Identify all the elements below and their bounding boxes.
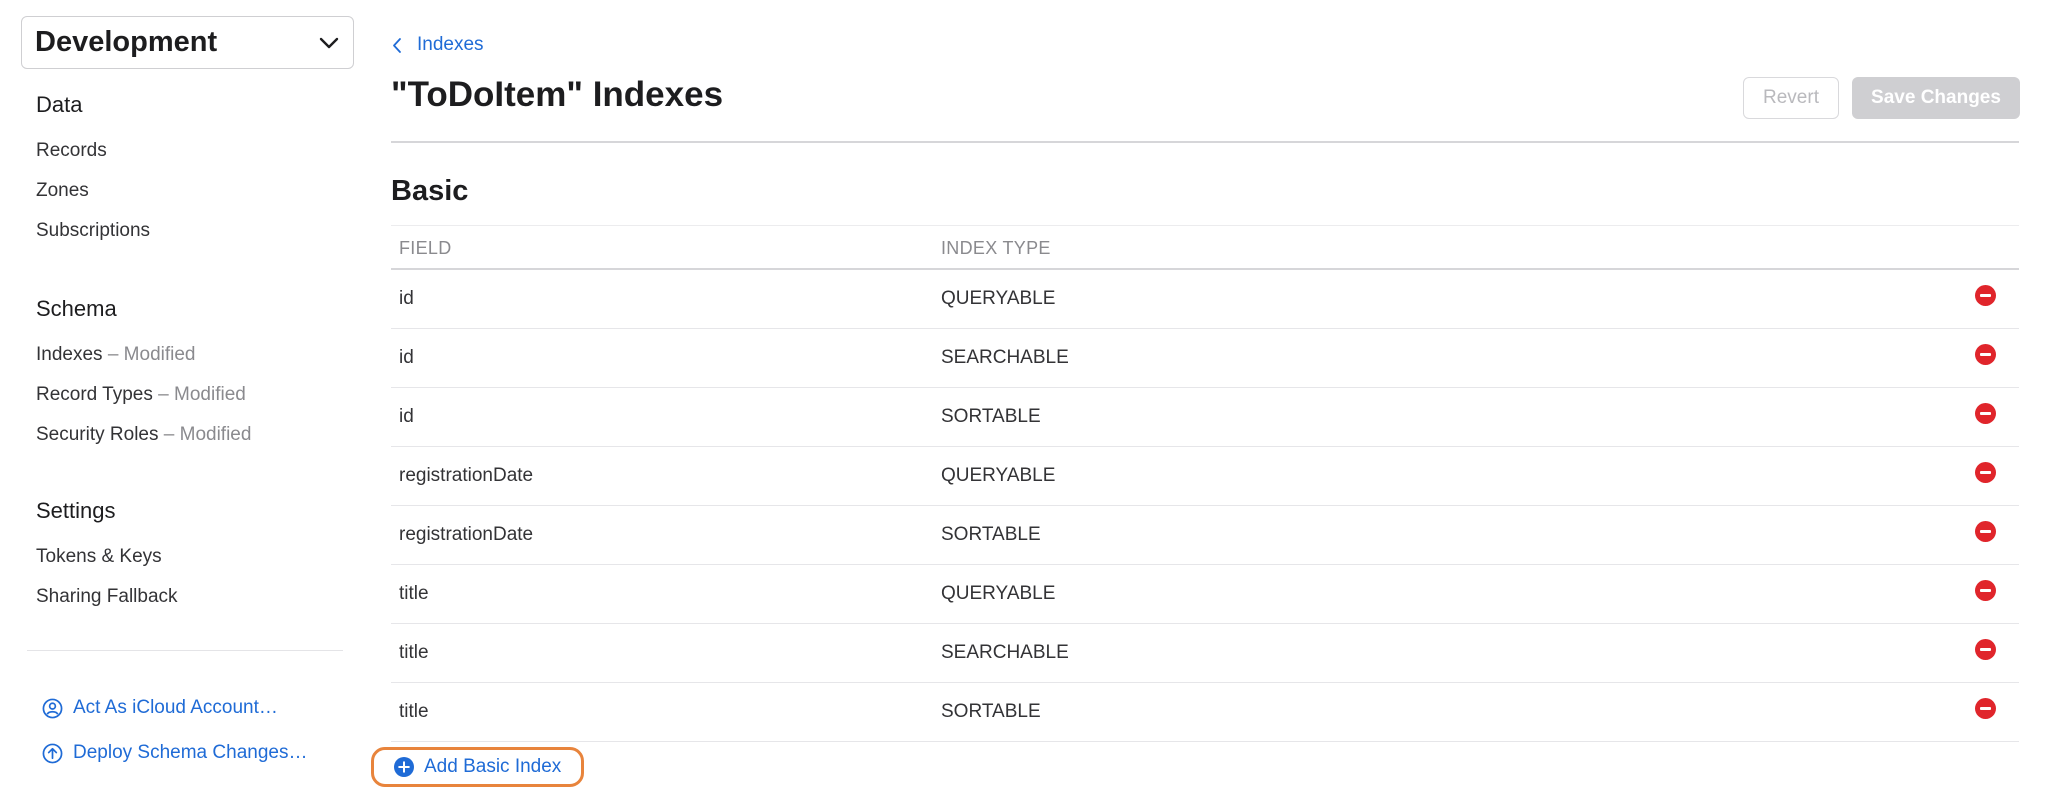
nav-group-data: Data Records Zones Subscriptions (36, 92, 150, 241)
minus-circle-icon[interactable] (1975, 403, 1996, 424)
index-type-cell: QUERYABLE (941, 465, 1056, 486)
add-basic-index-button[interactable]: Add Basic Index (371, 747, 585, 787)
column-header-index-type: INDEX TYPE (941, 238, 1051, 258)
act-as-icloud-account-link[interactable]: Act As iCloud Account… (42, 697, 278, 719)
table-header: FIELD INDEX TYPE (391, 225, 2019, 270)
field-cell: title (399, 701, 429, 722)
field-cell: registrationDate (399, 524, 534, 545)
person-circle-icon (42, 698, 63, 718)
back-to-indexes-link[interactable]: Indexes (391, 34, 484, 56)
main-content: Indexes "ToDoItem" Indexes Revert Save C… (371, 0, 2048, 790)
deploy-schema-changes-link[interactable]: Deploy Schema Changes… (42, 742, 307, 764)
modified-status: – Modified (158, 424, 252, 445)
table-row: title QUERYABLE (391, 565, 2019, 624)
nav-heading-data: Data (36, 92, 83, 117)
minus-circle-icon[interactable] (1975, 344, 1996, 365)
sidebar-item-sharing-fallback[interactable]: Sharing Fallback (36, 586, 178, 608)
modified-status: – Modified (152, 384, 246, 405)
chevron-down-icon (319, 37, 339, 48)
arrow-up-circle-icon (42, 743, 63, 763)
index-type-cell: SEARCHABLE (941, 642, 1069, 663)
chevron-left-icon (393, 37, 401, 53)
field-cell: id (399, 406, 414, 427)
table-row: registrationDate QUERYABLE (391, 447, 2019, 506)
table-row: id SORTABLE (391, 388, 2019, 447)
sidebar-item-zones[interactable]: Zones (36, 180, 89, 202)
table-row: id SEARCHABLE (391, 329, 2019, 388)
index-type-cell: QUERYABLE (941, 583, 1056, 604)
nav-heading-schema: Schema (36, 296, 117, 321)
nav-heading-settings: Settings (36, 498, 116, 523)
index-type-cell: SEARCHABLE (941, 347, 1069, 368)
field-cell: id (399, 288, 414, 309)
environment-label: Development (35, 26, 218, 58)
revert-button[interactable]: Revert (1743, 77, 1839, 119)
minus-circle-icon[interactable] (1975, 580, 1996, 601)
table-row: title SORTABLE (391, 683, 2019, 742)
minus-circle-icon[interactable] (1975, 698, 1996, 719)
sidebar-item-subscriptions[interactable]: Subscriptions (36, 220, 150, 242)
save-changes-button[interactable]: Save Changes (1852, 77, 2020, 119)
environment-dropdown[interactable]: Development (21, 16, 354, 69)
section-title-basic: Basic (391, 175, 469, 207)
sidebar-divider (27, 650, 343, 651)
index-type-cell: QUERYABLE (941, 288, 1056, 309)
modified-status: – Modified (102, 344, 196, 365)
table-row: id QUERYABLE (391, 270, 2019, 329)
minus-circle-icon[interactable] (1975, 521, 1996, 542)
field-cell: registrationDate (399, 465, 534, 486)
minus-circle-icon[interactable] (1975, 285, 1996, 306)
index-type-cell: SORTABLE (941, 701, 1041, 722)
indexes-table: FIELD INDEX TYPE id QUERYABLE id SEARCHA… (391, 225, 2019, 742)
sidebar-item-indexes[interactable]: Indexes – Modified (36, 344, 196, 366)
minus-circle-icon[interactable] (1975, 639, 1996, 660)
title-divider (391, 141, 2019, 143)
sidebar-item-security-roles[interactable]: Security Roles – Modified (36, 424, 251, 446)
index-type-cell: SORTABLE (941, 524, 1041, 545)
table-row: registrationDate SORTABLE (391, 506, 2019, 565)
column-header-field: FIELD (399, 238, 452, 258)
minus-circle-icon[interactable] (1975, 462, 1996, 483)
nav-group-schema: Schema Indexes – Modified Record Types –… (36, 296, 251, 445)
field-cell: id (399, 347, 414, 368)
sidebar-item-records[interactable]: Records (36, 140, 107, 162)
field-cell: title (399, 642, 429, 663)
plus-circle-icon (394, 757, 414, 777)
index-type-cell: SORTABLE (941, 406, 1041, 427)
page-title: "ToDoItem" Indexes (391, 75, 724, 114)
nav-group-settings: Settings Tokens & Keys Sharing Fallback (36, 498, 178, 607)
sidebar-item-tokens-keys[interactable]: Tokens & Keys (36, 546, 162, 568)
field-cell: title (399, 583, 429, 604)
sidebar-item-record-types[interactable]: Record Types – Modified (36, 384, 246, 406)
table-row: title SEARCHABLE (391, 624, 2019, 683)
sidebar: Development Data Records Zones Subscript… (0, 0, 360, 790)
